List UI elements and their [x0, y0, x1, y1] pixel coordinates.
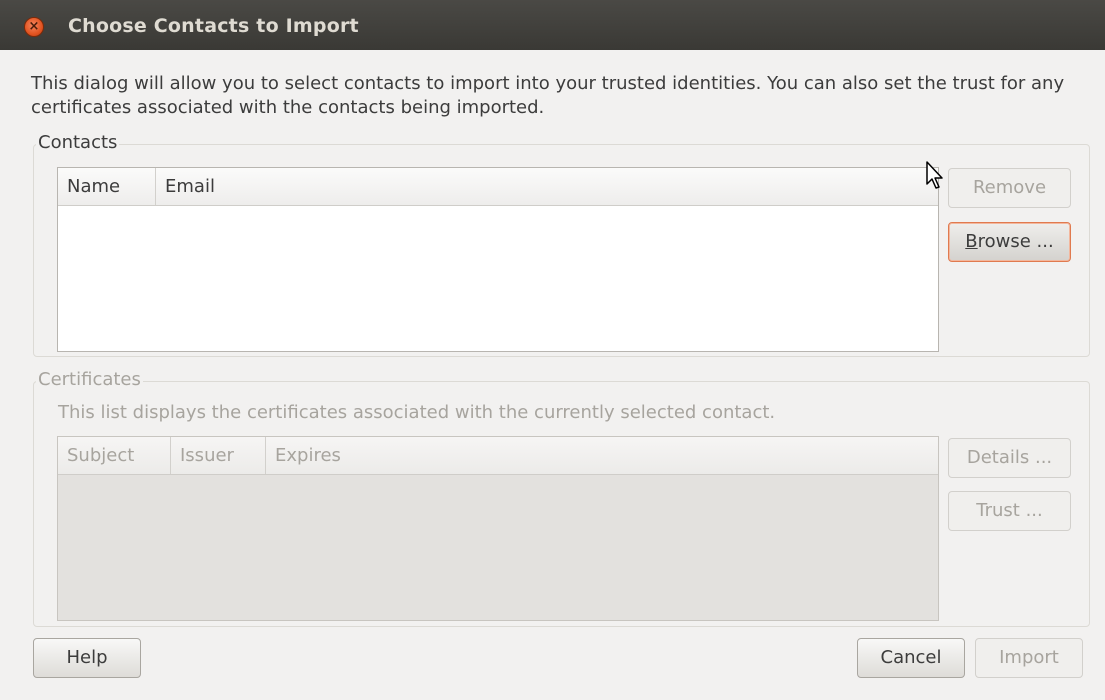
certificates-description: This list displays the certificates asso… [58, 402, 776, 423]
browse-label: rowse ... [977, 231, 1054, 252]
column-header-issuer[interactable]: Issuer [171, 437, 266, 474]
window-title: Choose Contacts to Import [68, 15, 359, 37]
contacts-table[interactable]: Name Email [57, 167, 939, 352]
browse-mnemonic: B [965, 231, 978, 252]
certificates-table[interactable]: Subject Issuer Expires [57, 436, 939, 621]
window-close-button[interactable]: × [24, 17, 44, 37]
column-header-name[interactable]: Name [58, 168, 156, 205]
column-header-email[interactable]: Email [156, 168, 938, 205]
details-button[interactable]: Details ... [948, 438, 1071, 478]
title-bar: × Choose Contacts to Import [0, 0, 1105, 50]
certificates-group-label: Certificates [36, 369, 143, 390]
mouse-pointer-icon [926, 161, 943, 189]
help-button[interactable]: Help [33, 638, 141, 678]
certificates-table-header: Subject Issuer Expires [58, 437, 938, 475]
remove-button[interactable]: Remove [948, 168, 1071, 208]
column-header-subject[interactable]: Subject [58, 437, 171, 474]
contacts-group-label: Contacts [36, 132, 120, 153]
column-header-expires[interactable]: Expires [266, 437, 938, 474]
intro-text: This dialog will allow you to select con… [31, 73, 1065, 118]
browse-button[interactable]: Browse ... [948, 222, 1071, 262]
contacts-table-header: Name Email [58, 168, 938, 206]
trust-button[interactable]: Trust ... [948, 491, 1071, 531]
close-icon: × [28, 19, 40, 34]
cancel-button[interactable]: Cancel [857, 638, 965, 678]
import-button[interactable]: Import [975, 638, 1083, 678]
